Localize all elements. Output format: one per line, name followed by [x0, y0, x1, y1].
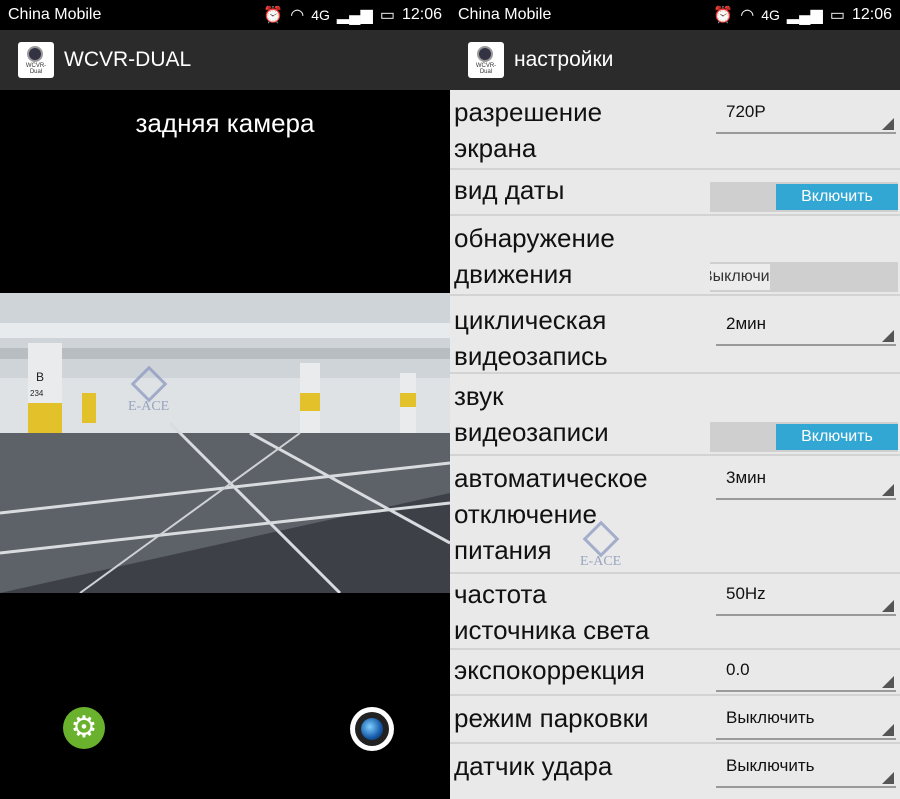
auto-power-off-spinner[interactable]: 3мин	[716, 462, 896, 500]
battery-icon: ▭	[379, 7, 395, 24]
setting-row-parking-mode: режим парковки Выключить	[450, 696, 900, 744]
app-title: настройки	[514, 48, 614, 71]
setting-row-loop-recording: циклическая видеозапись 2мин	[450, 296, 900, 374]
clock: 12:06	[401, 6, 442, 23]
wifi-icon: ◠	[740, 7, 755, 24]
watermark: E-ACE	[128, 365, 169, 415]
setting-row-motion-detection: обнаружение движения Выключить	[450, 216, 900, 296]
status-bar: China Mobile ⏰ ◠ 4G ▂▄▆ ▭ 12:06	[0, 0, 450, 30]
svg-text:234: 234	[30, 389, 44, 398]
app-logo: WCVR-Dual	[468, 42, 504, 78]
setting-label: частота источника света	[454, 579, 650, 645]
carrier-label: China Mobile	[458, 6, 552, 23]
battery-icon: ▭	[829, 7, 845, 24]
setting-label: режим парковки	[454, 703, 649, 733]
motion-detection-toggle[interactable]: Выключить	[710, 262, 898, 292]
setting-label: экспокоррекция	[454, 655, 645, 685]
settings-list: разрешение экрана 720P вид даты Включить…	[450, 90, 900, 799]
alarm-icon: ⏰	[713, 7, 734, 24]
resolution-spinner[interactable]: 720P	[716, 96, 896, 134]
watermark: E-ACE	[580, 520, 621, 570]
carrier-label: China Mobile	[8, 6, 102, 23]
setting-row-light-frequency: частота источника света 50Hz	[450, 574, 900, 650]
camera-label: задняя камера	[135, 108, 315, 138]
setting-row-shock-sensor: датчик удара Выключить	[450, 744, 900, 799]
loop-recording-spinner[interactable]: 2мин	[716, 308, 896, 346]
recording-audio-toggle[interactable]: Включить	[710, 422, 898, 452]
exposure-spinner[interactable]: 0.0	[716, 654, 896, 692]
parking-mode-spinner[interactable]: Выключить	[716, 702, 896, 740]
setting-label: датчик удара	[454, 751, 613, 781]
dropdown-arrow-icon	[882, 724, 894, 736]
setting-row-exposure: экспокоррекция 0.0	[450, 650, 900, 696]
setting-label: звук видеозаписи	[454, 381, 609, 447]
parking-garage-image: B 234	[0, 293, 450, 593]
light-frequency-spinner[interactable]: 50Hz	[716, 578, 896, 616]
signal-icon: ▂▄▆	[786, 7, 823, 24]
setting-label: разрешение экрана	[454, 97, 603, 163]
app-title: WCVR-DUAL	[64, 48, 192, 71]
network-type: 4G	[311, 7, 330, 23]
camera-lens-icon	[361, 718, 383, 740]
app-logo: WCVR-Dual	[18, 42, 54, 78]
setting-label: обнаружение движения	[454, 223, 615, 289]
dropdown-arrow-icon	[882, 772, 894, 784]
setting-label: циклическая видеозапись	[454, 305, 608, 371]
camera-screen: China Mobile ⏰ ◠ 4G ▂▄▆ ▭ 12:06 WCVR-Dua…	[0, 0, 450, 799]
dropdown-arrow-icon	[882, 676, 894, 688]
alarm-icon: ⏰	[263, 7, 284, 24]
dropdown-arrow-icon	[882, 118, 894, 130]
setting-row-resolution: разрешение экрана 720P	[450, 90, 900, 170]
settings-screen: China Mobile ⏰ ◠ 4G ▂▄▆ ▭ 12:06 WCVR-Dua…	[450, 0, 900, 799]
status-bar: China Mobile ⏰ ◠ 4G ▂▄▆ ▭ 12:06	[450, 0, 900, 30]
dropdown-arrow-icon	[882, 600, 894, 612]
dropdown-arrow-icon	[882, 330, 894, 342]
signal-icon: ▂▄▆	[336, 7, 373, 24]
app-bar: WCVR-Dual WCVR-DUAL	[0, 30, 450, 90]
gear-icon: ⚙	[70, 711, 98, 744]
setting-row-date-view: вид даты Включить	[450, 170, 900, 216]
setting-row-auto-power-off: автоматическое отключение питания 3мин E…	[450, 456, 900, 574]
clock: 12:06	[851, 6, 892, 23]
app-bar: WCVR-Dual настройки	[450, 30, 900, 90]
date-view-toggle[interactable]: Включить	[710, 182, 898, 212]
settings-button[interactable]: ⚙	[63, 707, 105, 749]
setting-row-recording-audio: звук видеозаписи Включить	[450, 374, 900, 456]
svg-text:B: B	[36, 370, 44, 384]
setting-label: вид даты	[454, 175, 565, 205]
wifi-icon: ◠	[290, 7, 305, 24]
network-type: 4G	[761, 7, 780, 23]
capture-button[interactable]	[350, 707, 394, 751]
shock-sensor-spinner[interactable]: Выключить	[716, 750, 896, 788]
camera-preview[interactable]: B 234 E-ACE	[0, 293, 450, 593]
dropdown-arrow-icon	[882, 484, 894, 496]
